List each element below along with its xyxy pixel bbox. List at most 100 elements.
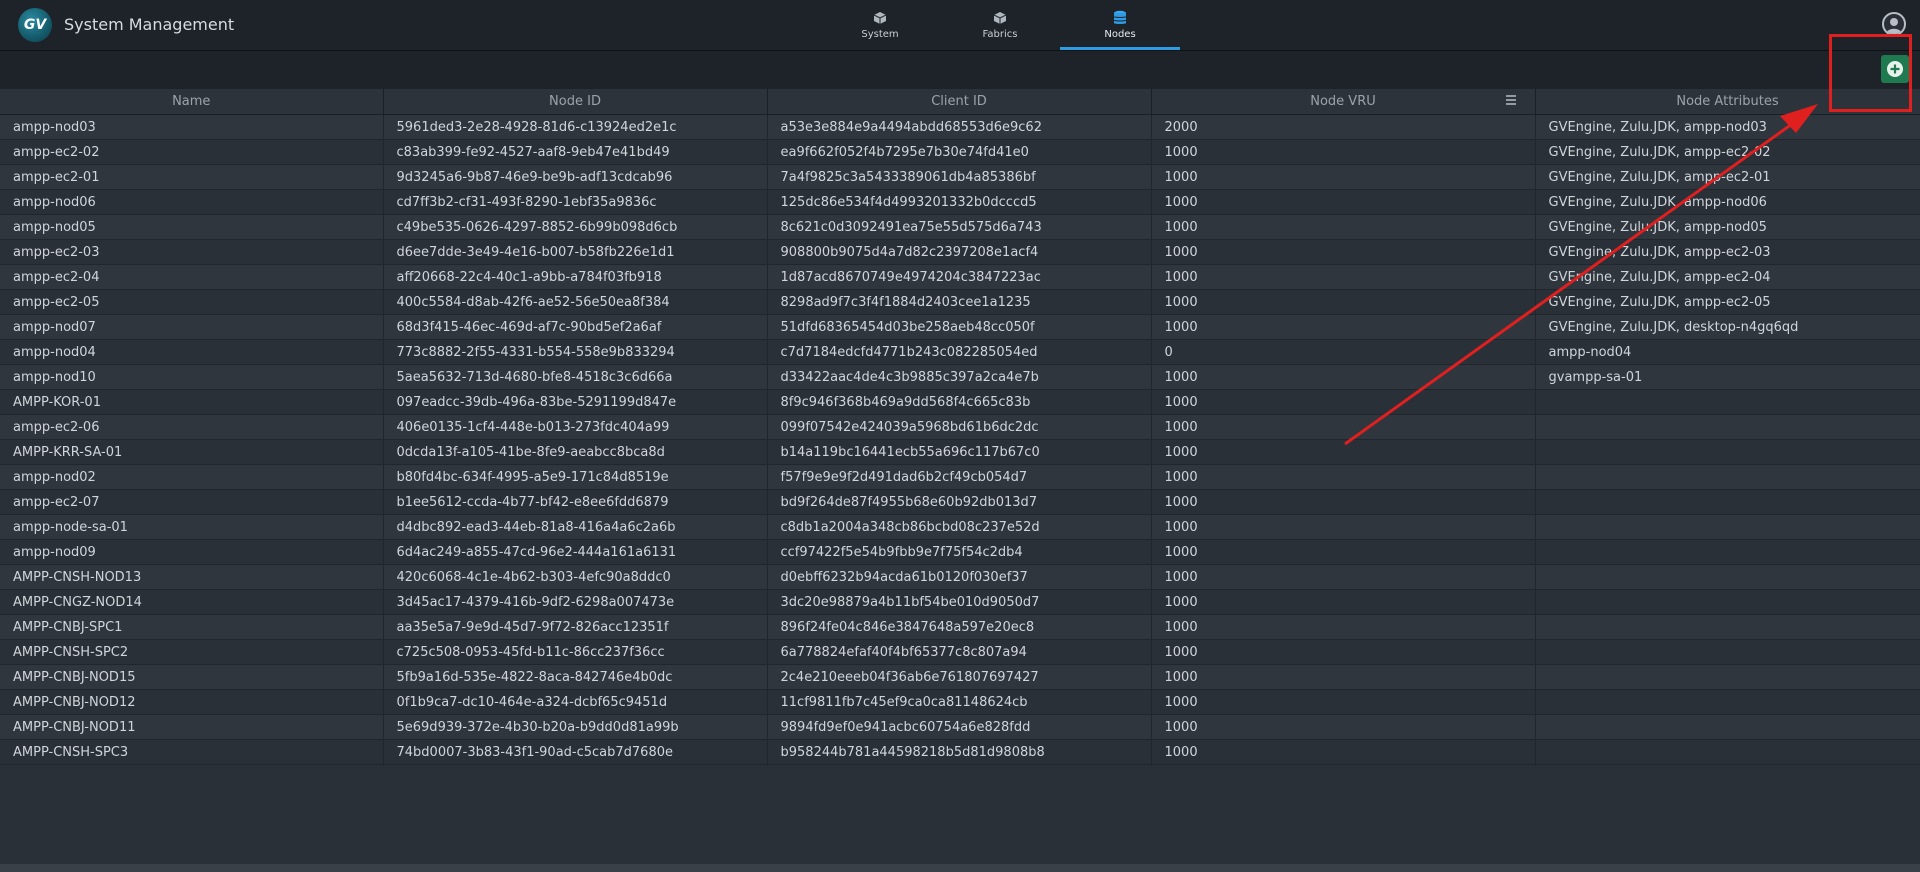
add-node-button[interactable] <box>1881 55 1909 83</box>
cell-node-id: 773c8882-2f55-4331-b554-558e9b833294 <box>383 339 768 365</box>
cell-name: AMPP-CNGZ-NOD14 <box>0 589 384 615</box>
cell-node-vru: 1000 <box>1151 389 1536 415</box>
column-header-node-vru-label: Node VRU <box>1310 94 1376 109</box>
cell-name: ampp-ec2-07 <box>0 489 384 515</box>
cell-node-vru: 1000 <box>1151 489 1536 515</box>
cell-node-attributes: GVEngine, Zulu.JDK, desktop-n4gq6qd <box>1535 314 1920 340</box>
toolbar <box>0 51 1920 88</box>
cell-node-id: 097eadcc-39db-496a-83be-5291199d847e <box>383 389 768 415</box>
column-header-node-id[interactable]: Node ID <box>383 89 768 115</box>
table-row[interactable]: AMPP-CNBJ-SPC1 aa35e5a7-9e9d-45d7-9f72-82… <box>0 614 1920 640</box>
table-row[interactable]: AMPP-KOR-01 097eadcc-39db-496a-83be-52911… <box>0 389 1920 415</box>
plus-circle-icon <box>1887 61 1903 77</box>
table-row[interactable]: ampp-nod07 68d3f415-46ec-469d-af7c-90bd5e… <box>0 314 1920 340</box>
cell-name: AMPP-CNSH-SPC2 <box>0 639 384 665</box>
table-row[interactable]: ampp-ec2-03 d6ee7dde-3e49-4e16-b007-b58fb… <box>0 239 1920 265</box>
column-header-node-vru[interactable]: Node VRU <box>1151 89 1536 115</box>
cell-name: ampp-nod03 <box>0 114 384 140</box>
table-row[interactable]: ampp-nod03 5961ded3-2e28-4928-81d6-c13924… <box>0 114 1920 140</box>
table-row[interactable]: AMPP-CNBJ-NOD12 0f1b9ca7-dc10-464e-a324-d… <box>0 689 1920 715</box>
cell-node-id: 5fb9a16d-535e-4822-8aca-842746e4b0dc <box>383 664 768 690</box>
table-row[interactable]: ampp-ec2-01 9d3245a6-9b87-46e9-be9b-adf13… <box>0 164 1920 190</box>
tab-system[interactable]: System <box>820 0 940 50</box>
cube-icon <box>873 10 887 26</box>
cell-node-id: 9d3245a6-9b87-46e9-be9b-adf13cdcab96 <box>383 164 768 190</box>
cell-node-vru: 2000 <box>1151 114 1536 140</box>
cell-name: AMPP-CNBJ-NOD11 <box>0 714 384 740</box>
cell-node-vru: 1000 <box>1151 264 1536 290</box>
table-row[interactable]: AMPP-KRR-SA-01 0dcda13f-a105-41be-8fe9-ae… <box>0 439 1920 465</box>
cell-client-id: 1d87acd8670749e4974204c3847223ac <box>767 264 1152 290</box>
table-header-row: Name Node ID Client ID Node VRU Node Att… <box>0 89 1920 115</box>
table-row[interactable]: ampp-ec2-02 c83ab399-fe92-4527-aaf8-9eb47… <box>0 139 1920 165</box>
cell-client-id: 896f24fe04c846e3847648a597e20ec8 <box>767 614 1152 640</box>
column-menu-icon[interactable] <box>1505 94 1517 110</box>
cell-node-attributes: GVEngine, Zulu.JDK, ampp-nod06 <box>1535 189 1920 215</box>
cell-node-vru: 1000 <box>1151 364 1536 390</box>
cell-node-id: 5aea5632-713d-4680-bfe8-4518c3c6d66a <box>383 364 768 390</box>
cell-name: ampp-node-sa-01 <box>0 514 384 540</box>
table-row[interactable]: ampp-nod05 c49be535-0626-4297-8852-6b99b0… <box>0 214 1920 240</box>
tab-nodes[interactable]: Nodes <box>1060 0 1180 50</box>
table-row[interactable]: AMPP-CNGZ-NOD14 3d45ac17-4379-416b-9df2-6… <box>0 589 1920 615</box>
table-row[interactable]: ampp-nod04 773c8882-2f55-4331-b554-558e9b… <box>0 339 1920 365</box>
cell-node-attributes <box>1535 639 1920 665</box>
cell-node-attributes <box>1535 664 1920 690</box>
cell-node-id: b1ee5612-ccda-4b77-bf42-e8ee6fdd6879 <box>383 489 768 515</box>
top-bar: GV System Management System Fabrics Node… <box>0 0 1920 51</box>
table-row[interactable]: ampp-nod02 b80fd4bc-634f-4995-a5e9-171c84… <box>0 464 1920 490</box>
cell-node-id: 5e69d939-372e-4b30-b20a-b9dd0d81a99b <box>383 714 768 740</box>
horizontal-scrollbar[interactable] <box>0 864 1920 872</box>
table-row[interactable]: AMPP-CNSH-SPC3 74bd0007-3b83-43f1-90ad-c5… <box>0 739 1920 765</box>
table-row[interactable]: ampp-nod06 cd7ff3b2-cf31-493f-8290-1ebf35… <box>0 189 1920 215</box>
cell-client-id: bd9f264de87f4955b68e60b92db013d7 <box>767 489 1152 515</box>
cell-node-attributes <box>1535 589 1920 615</box>
table-row[interactable]: AMPP-CNBJ-NOD15 5fb9a16d-535e-4822-8aca-8… <box>0 664 1920 690</box>
tab-nodes-label: Nodes <box>1104 29 1136 40</box>
cell-client-id: 8f9c946f368b469a9dd568f4c665c83b <box>767 389 1152 415</box>
cell-name: ampp-ec2-03 <box>0 239 384 265</box>
tab-fabrics[interactable]: Fabrics <box>940 0 1060 50</box>
column-header-node-attributes[interactable]: Node Attributes <box>1535 89 1920 115</box>
cell-node-id: 68d3f415-46ec-469d-af7c-90bd5ef2a6af <box>383 314 768 340</box>
table-row[interactable]: ampp-node-sa-01 d4dbc892-ead3-44eb-81a8-4… <box>0 514 1920 540</box>
column-header-name[interactable]: Name <box>0 89 384 115</box>
cell-node-attributes <box>1535 739 1920 765</box>
cell-node-vru: 1000 <box>1151 439 1536 465</box>
cell-node-id: 406e0135-1cf4-448e-b013-273fdc404a99 <box>383 414 768 440</box>
cell-client-id: c7d7184edcfd4771b243c082285054ed <box>767 339 1152 365</box>
cell-node-vru: 0 <box>1151 339 1536 365</box>
gv-logo: GV <box>18 8 52 42</box>
table-row[interactable]: ampp-nod10 5aea5632-713d-4680-bfe8-4518c3… <box>0 364 1920 390</box>
cell-node-id: 3d45ac17-4379-416b-9df2-6298a007473e <box>383 589 768 615</box>
column-header-client-id[interactable]: Client ID <box>767 89 1152 115</box>
cell-node-id: c83ab399-fe92-4527-aaf8-9eb47e41bd49 <box>383 139 768 165</box>
cell-name: ampp-nod05 <box>0 214 384 240</box>
table-row[interactable]: ampp-nod09 6d4ac249-a855-47cd-96e2-444a16… <box>0 539 1920 565</box>
cell-name: ampp-ec2-05 <box>0 289 384 315</box>
cell-name: ampp-nod10 <box>0 364 384 390</box>
cell-name: ampp-nod06 <box>0 189 384 215</box>
cell-node-vru: 1000 <box>1151 239 1536 265</box>
cell-node-vru: 1000 <box>1151 714 1536 740</box>
cell-node-attributes: GVEngine, Zulu.JDK, ampp-nod03 <box>1535 114 1920 140</box>
user-avatar-icon[interactable] <box>1882 12 1906 36</box>
cell-client-id: 3dc20e98879a4b11bf54be010d9050d7 <box>767 589 1152 615</box>
cell-node-id: 0dcda13f-a105-41be-8fe9-aeabcc8bca8d <box>383 439 768 465</box>
cell-name: ampp-nod09 <box>0 539 384 565</box>
table-row[interactable]: AMPP-CNBJ-NOD11 5e69d939-372e-4b30-b20a-b… <box>0 714 1920 740</box>
cell-node-id: 5961ded3-2e28-4928-81d6-c13924ed2e1c <box>383 114 768 140</box>
cell-node-id: aff20668-22c4-40c1-a9bb-a784f03fb918 <box>383 264 768 290</box>
cube-icon <box>993 10 1007 26</box>
table-row[interactable]: AMPP-CNSH-NOD13 420c6068-4c1e-4b62-b303-4… <box>0 564 1920 590</box>
table-row[interactable]: ampp-ec2-06 406e0135-1cf4-448e-b013-273fd… <box>0 414 1920 440</box>
table-row[interactable]: AMPP-CNSH-SPC2 c725c508-0953-45fd-b11c-86… <box>0 639 1920 665</box>
cell-client-id: b958244b781a44598218b5d81d9808b8 <box>767 739 1152 765</box>
cell-name: ampp-nod02 <box>0 464 384 490</box>
table-row[interactable]: ampp-ec2-04 aff20668-22c4-40c1-a9bb-a784f… <box>0 264 1920 290</box>
cell-node-vru: 1000 <box>1151 589 1536 615</box>
cell-client-id: 9894fd9ef0e941acbc60754a6e828fdd <box>767 714 1152 740</box>
table-row[interactable]: ampp-ec2-05 400c5584-d8ab-42f6-ae52-56e50… <box>0 289 1920 315</box>
cell-node-vru: 1000 <box>1151 539 1536 565</box>
table-row[interactable]: ampp-ec2-07 b1ee5612-ccda-4b77-bf42-e8ee6… <box>0 489 1920 515</box>
